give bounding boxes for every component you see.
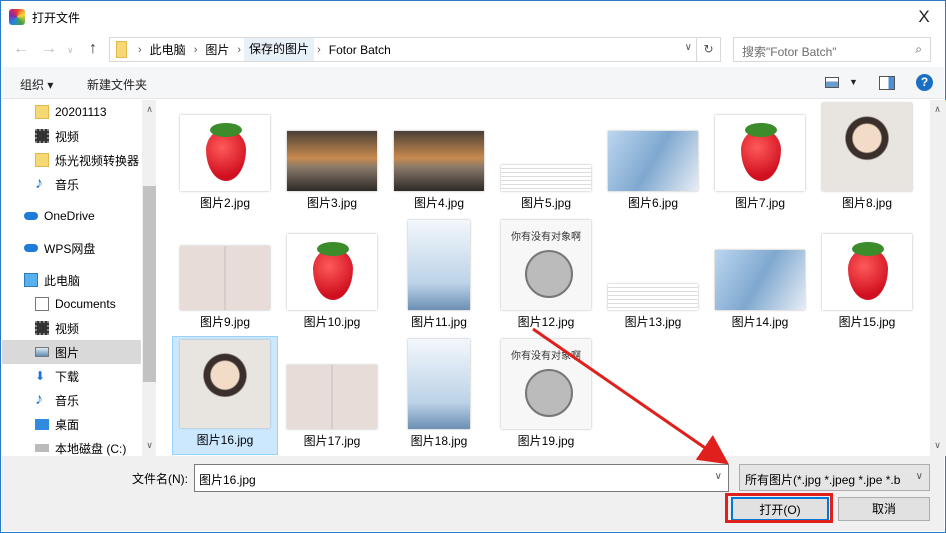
- annotation-arrow: [532, 327, 729, 465]
- annotation-highlight-box: [725, 493, 833, 523]
